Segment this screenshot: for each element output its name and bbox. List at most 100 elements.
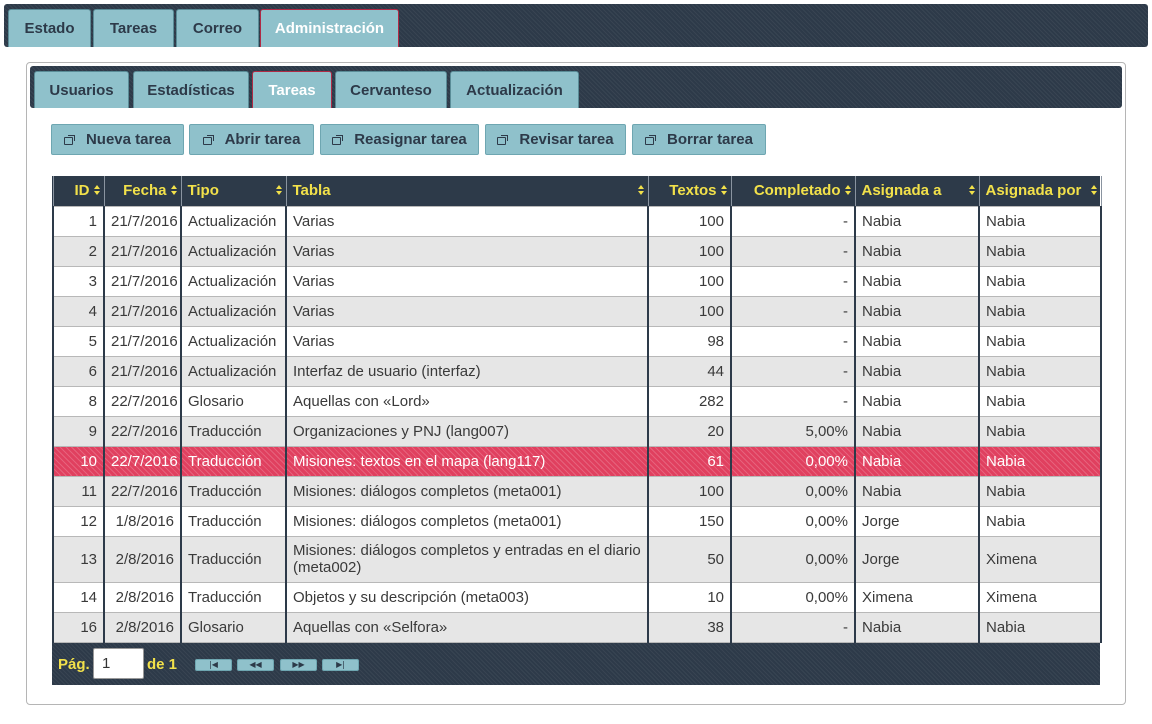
- review-task-button[interactable]: Revisar tarea: [485, 124, 626, 155]
- cell-asignada-por: Nabia: [978, 445, 1102, 477]
- cell-asignada-por: Nabia: [978, 415, 1102, 447]
- cell-textos: 100: [647, 295, 732, 327]
- cell-id: 2: [52, 235, 105, 267]
- cell-asignada-a: Nabia: [854, 385, 980, 417]
- col-header-tabla[interactable]: Tabla: [285, 176, 649, 206]
- cell-id: 13: [52, 535, 105, 583]
- page-number-input[interactable]: [93, 648, 144, 679]
- subtab-estadisticas[interactable]: Estadísticas: [133, 71, 249, 108]
- cell-asignada-por: Nabia: [978, 385, 1102, 417]
- table-row[interactable]: 13 2/8/2016 Traducción Misiones: diálogos c…: [52, 535, 1102, 583]
- sort-icon: [93, 185, 100, 197]
- cell-textos: 100: [647, 205, 732, 237]
- subtab-tareas[interactable]: Tareas: [252, 71, 332, 108]
- subtab-cervanteso[interactable]: Cervanteso: [335, 71, 447, 108]
- cell-fecha: 22/7/2016: [103, 445, 182, 477]
- subtab-usuarios[interactable]: Usuarios: [34, 71, 129, 108]
- table-row[interactable]: 3 21/7/2016 Actualización Varias 100- Nabia Na…: [52, 265, 1102, 297]
- cell-tabla: Organizaciones y PNJ (lang007): [285, 415, 649, 447]
- cell-asignada-por: Nabia: [978, 325, 1102, 357]
- cell-tabla: Misiones: diálogos completos (meta001): [285, 475, 649, 507]
- cell-id: 8: [52, 385, 105, 417]
- sort-icon: [1090, 185, 1097, 197]
- cell-tipo: Actualización: [180, 265, 287, 297]
- tab-administracion[interactable]: Administración: [260, 9, 399, 47]
- open-task-button[interactable]: Abrir tarea: [189, 124, 314, 155]
- cell-textos: 50: [647, 535, 732, 583]
- cell-id: 6: [52, 355, 105, 387]
- cell-tipo: Actualización: [180, 295, 287, 327]
- external-link-icon: [645, 135, 657, 145]
- col-header-id[interactable]: ID: [52, 176, 105, 206]
- prev-page-button[interactable]: ◀◀: [237, 659, 274, 671]
- tab-estado[interactable]: Estado: [8, 9, 91, 47]
- cell-tipo: Traducción: [180, 445, 287, 477]
- tab-tareas[interactable]: Tareas: [93, 9, 174, 47]
- open-task-label: Abrir tarea: [224, 131, 301, 148]
- cell-tipo: Traducción: [180, 475, 287, 507]
- table-row[interactable]: 16 2/8/2016 Glosario Aquellas con «Selfora»…: [52, 611, 1102, 643]
- cell-asignada-a: Nabia: [854, 445, 980, 477]
- table-row[interactable]: 4 21/7/2016 Actualización Varias 100- Nabia Na…: [52, 295, 1102, 327]
- table-row[interactable]: 1 21/7/2016 Actualización Varias 100- Nabia Na…: [52, 205, 1102, 237]
- cell-tabla: Varias: [285, 205, 649, 237]
- table-row[interactable]: 11 22/7/2016 Traducción Misiones: diálogos …: [52, 475, 1102, 507]
- table-row[interactable]: 14 2/8/2016 Traducción Objetos y su descrip…: [52, 581, 1102, 613]
- cell-id: 9: [52, 415, 105, 447]
- reassign-task-button[interactable]: Reasignar tarea: [320, 124, 479, 155]
- cell-completado: 0,00%: [730, 535, 856, 583]
- col-header-tipo[interactable]: Tipo: [180, 176, 287, 206]
- cell-textos: 100: [647, 265, 732, 297]
- cell-id: 4: [52, 295, 105, 327]
- col-header-textos[interactable]: Textos: [647, 176, 732, 206]
- cell-completado: -: [730, 325, 856, 357]
- cell-id: 12: [52, 505, 105, 537]
- cell-completado: 5,00%: [730, 415, 856, 447]
- col-header-asignada-a[interactable]: Asignada a: [854, 176, 980, 206]
- cell-tabla: Aquellas con «Selfora»: [285, 611, 649, 643]
- first-page-button[interactable]: |◀: [195, 659, 232, 671]
- main-tab-bar: Estado Tareas Correo Administración: [4, 4, 1148, 47]
- table-row[interactable]: 10 22/7/2016 Traducción Misiones: textos en…: [52, 445, 1102, 477]
- cell-completado: -: [730, 385, 856, 417]
- cell-tabla: Misiones: diálogos completos y entradas …: [285, 535, 649, 583]
- delete-task-button[interactable]: Borrar tarea: [632, 124, 766, 155]
- cell-tipo: Actualización: [180, 355, 287, 387]
- table-row[interactable]: 6 21/7/2016 Actualización Interfaz de usuar…: [52, 355, 1102, 387]
- table-row[interactable]: 12 1/8/2016 Traducción Misiones: diálogos c…: [52, 505, 1102, 537]
- last-page-button[interactable]: ▶|: [322, 659, 359, 671]
- cell-asignada-por: Nabia: [978, 355, 1102, 387]
- sort-icon: [844, 185, 851, 197]
- col-header-completado[interactable]: Completado: [730, 176, 856, 206]
- cell-tabla: Varias: [285, 235, 649, 267]
- cell-tabla: Interfaz de usuario (interfaz): [285, 355, 649, 387]
- new-task-label: Nueva tarea: [85, 131, 172, 148]
- col-header-asignada-por[interactable]: Asignada por: [978, 176, 1102, 206]
- cell-fecha: 21/7/2016: [103, 265, 182, 297]
- cell-asignada-por: Nabia: [978, 505, 1102, 537]
- cell-fecha: 21/7/2016: [103, 355, 182, 387]
- table-row[interactable]: 8 22/7/2016 Glosario Aquellas con «Lord» 282…: [52, 385, 1102, 417]
- cell-tipo: Traducción: [180, 581, 287, 613]
- cell-id: 14: [52, 581, 105, 613]
- cell-id: 3: [52, 265, 105, 297]
- cell-tipo: Traducción: [180, 535, 287, 583]
- table-row[interactable]: 5 21/7/2016 Actualización Varias 98- Nabia Nab…: [52, 325, 1102, 357]
- table-row[interactable]: 2 21/7/2016 Actualización Varias 100- Nabia Na…: [52, 235, 1102, 267]
- table-row[interactable]: 9 22/7/2016 Traducción Organizaciones y PNJ…: [52, 415, 1102, 447]
- cell-asignada-a: Nabia: [854, 611, 980, 643]
- next-page-button[interactable]: ▶▶: [280, 659, 317, 671]
- tab-correo[interactable]: Correo: [176, 9, 259, 47]
- pager: Pág. de 1 |◀ ◀◀ ▶▶ ▶|: [52, 643, 1100, 685]
- cell-asignada-a: Jorge: [854, 535, 980, 583]
- col-header-fecha[interactable]: Fecha: [103, 176, 182, 206]
- subtab-actualizacion[interactable]: Actualización: [450, 71, 579, 108]
- cell-asignada-por: Nabia: [978, 611, 1102, 643]
- cell-textos: 282: [647, 385, 732, 417]
- sort-icon: [170, 185, 177, 197]
- cell-id: 10: [52, 445, 105, 477]
- cell-asignada-a: Nabia: [854, 475, 980, 507]
- cell-asignada-a: Nabia: [854, 205, 980, 237]
- cell-asignada-a: Nabia: [854, 235, 980, 267]
- new-task-button[interactable]: Nueva tarea: [51, 124, 184, 155]
